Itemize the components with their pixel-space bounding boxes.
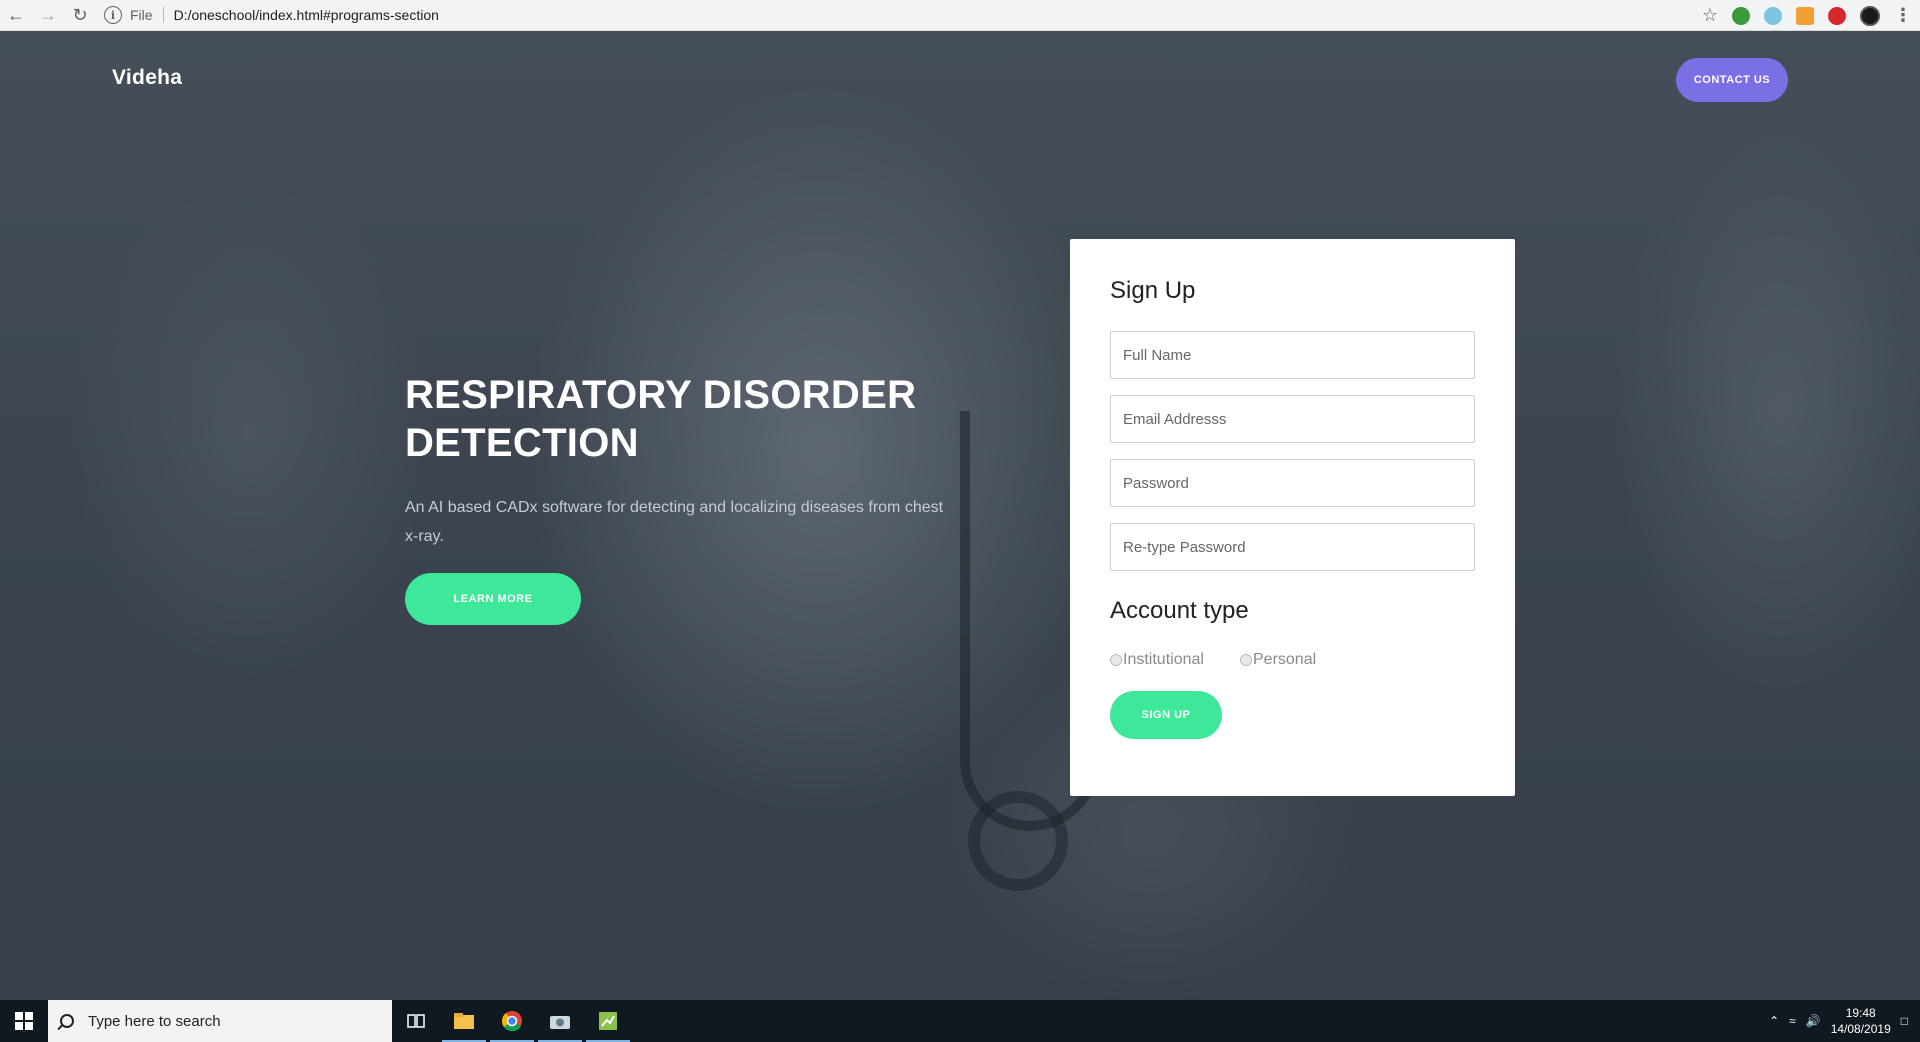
clock-time: 19:48	[1845, 1006, 1876, 1020]
windows-start-icon[interactable]	[0, 1000, 48, 1042]
taskbar-search-placeholder: Type here to search	[88, 1012, 221, 1030]
hero-title: RESPIRATORY DISORDER DETECTION	[405, 373, 917, 465]
radio-personal[interactable]: Personal	[1240, 651, 1316, 669]
sign-up-button[interactable]: SIGN UP	[1110, 691, 1222, 739]
radio-button-icon[interactable]	[1240, 654, 1252, 666]
browser-toolbar: ← → ↻ i File D:/oneschool/index.html#pro…	[0, 0, 1920, 31]
file-explorer-icon[interactable]	[440, 1000, 488, 1042]
extension-opera-icon[interactable]	[1828, 6, 1846, 25]
full-name-input[interactable]	[1110, 331, 1475, 379]
system-tray: ⌃ ≈ 🔊 19:48 14/08/2019 □	[1769, 1000, 1920, 1042]
taskbar-search-input[interactable]: Type here to search	[48, 1000, 392, 1042]
signup-card: Sign Up Account type Institutional Perso…	[1070, 239, 1515, 796]
radio-personal-label: Personal	[1253, 651, 1317, 668]
account-type-title: Account type	[1110, 597, 1249, 624]
volume-icon[interactable]: 🔊	[1806, 1014, 1821, 1028]
profile-avatar-icon[interactable]	[1860, 5, 1880, 26]
taskbar-clock[interactable]: 19:48 14/08/2019	[1831, 1005, 1891, 1037]
extension-globe-icon[interactable]	[1732, 6, 1750, 25]
extension-snowflake-icon[interactable]	[1764, 6, 1782, 25]
contact-us-button[interactable]: CONTACT US	[1676, 58, 1788, 102]
hero-subtitle: An AI based CADx software for detecting …	[405, 499, 944, 545]
reload-icon[interactable]: ↻	[64, 1, 96, 29]
url-divider	[162, 7, 164, 23]
search-icon	[60, 1014, 74, 1028]
camera-app-icon[interactable]	[536, 1000, 584, 1042]
brand-logo[interactable]: Videha	[112, 66, 182, 90]
chrome-icon[interactable]	[488, 1000, 536, 1042]
windows-taskbar: Type here to search ⌃ ≈ 🔊 19:48 14/08/20…	[0, 1000, 1920, 1042]
email-input[interactable]	[1110, 395, 1475, 443]
network-icon[interactable]: ≈	[1789, 1014, 1796, 1028]
task-view-icon[interactable]	[392, 1000, 440, 1042]
spreadsheet-app-icon[interactable]	[584, 1000, 632, 1042]
menu-kebab-icon[interactable]: ⋮	[1894, 5, 1912, 26]
learn-more-button[interactable]: LEARN MORE	[405, 573, 581, 625]
bookmark-star-icon[interactable]: ☆	[1702, 5, 1718, 26]
hero-overlay	[0, 31, 1920, 1000]
signup-title: Sign Up	[1110, 277, 1196, 304]
radio-institutional[interactable]: Institutional	[1110, 651, 1204, 669]
back-arrow-icon[interactable]: ←	[0, 1, 32, 29]
notification-center-icon[interactable]: □	[1901, 1014, 1908, 1028]
extension-box-icon[interactable]	[1796, 6, 1814, 25]
hero-section: Videha CONTACT US RESPIRATORY DISORDER D…	[0, 31, 1920, 1000]
password-input[interactable]	[1110, 459, 1475, 507]
radio-institutional-label: Institutional	[1123, 651, 1204, 668]
address-bar[interactable]: i File D:/oneschool/index.html#programs-…	[104, 1, 439, 29]
url-scheme-label: File	[130, 7, 153, 23]
retype-password-input[interactable]	[1110, 523, 1475, 571]
forward-arrow-icon[interactable]: →	[32, 1, 64, 29]
tray-chevron-up-icon[interactable]: ⌃	[1769, 1014, 1779, 1028]
clock-date: 14/08/2019	[1830, 1022, 1891, 1036]
site-info-icon[interactable]: i	[104, 6, 122, 24]
browser-actions: ☆ ⋮	[1702, 0, 1912, 31]
url-text[interactable]: D:/oneschool/index.html#programs-section	[174, 7, 439, 23]
radio-button-icon[interactable]	[1110, 654, 1122, 666]
